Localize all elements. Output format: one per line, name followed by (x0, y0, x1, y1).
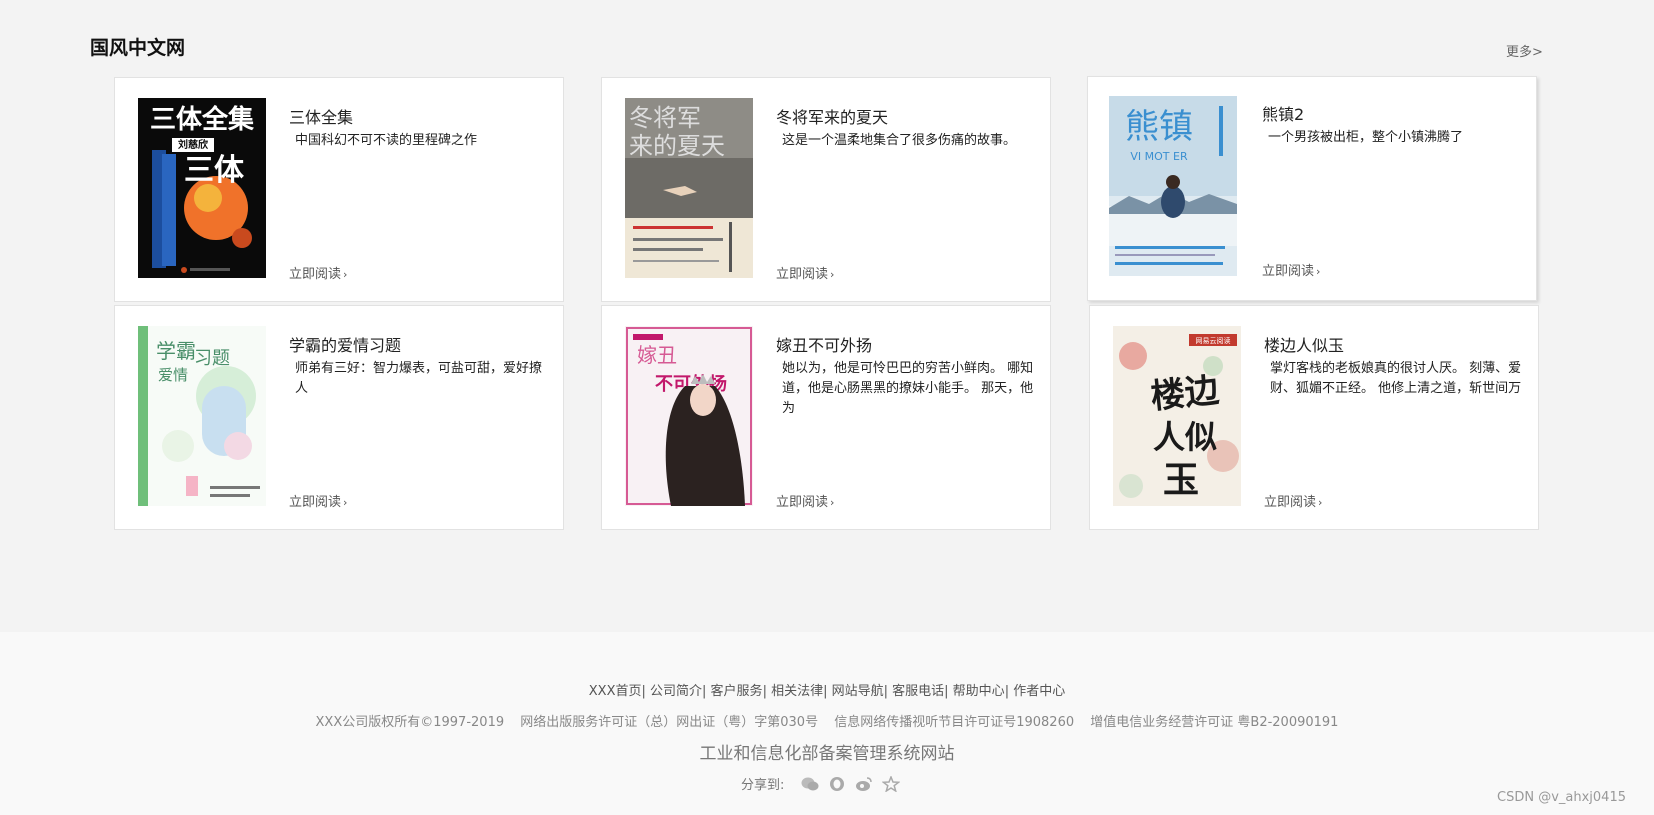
footer-links: XXX首页| 公司简介| 客户服务| 相关法律| 网站导航| 客服电话| 帮助中… (588, 684, 1066, 699)
read-now-link[interactable]: 立即阅读 › (289, 491, 347, 510)
watermark: CSDN @v_ahxj0415 (1497, 790, 1626, 805)
footer-link-author[interactable]: 作者中心 (1013, 684, 1065, 699)
chevron-right-icon: › (1316, 265, 1321, 278)
svg-text:人似: 人似 (1153, 418, 1217, 456)
book-cover[interactable]: 网易云阅读 楼边 人似 玉 (1113, 326, 1241, 506)
telecom-license: 增值电信业务经营许可证 粤B2-20090191 (1090, 715, 1339, 730)
book-cover[interactable]: 冬将军 来的夏天 (625, 98, 753, 278)
chevron-right-icon: › (1318, 496, 1323, 509)
share-label: 分享到: (741, 778, 785, 793)
read-now-link[interactable]: 立即阅读 › (1262, 260, 1320, 279)
footer-link-sitemap[interactable]: 网站导航 (832, 684, 884, 699)
book-cover[interactable]: 嫁丑 不可外扬 (625, 326, 753, 506)
footer-link-help[interactable]: 帮助中心 (953, 684, 1005, 699)
book-cover[interactable]: 三体全集 刘慈欣 三体 (138, 98, 266, 278)
copyright-text: XXX公司版权所有©1997-2019 (315, 715, 505, 730)
book-card[interactable]: 嫁丑 不可外扬 嫁丑不可外扬 她以为，他是可怜巴巴的穷苦小鲜肉。 哪知道，他是心… (601, 305, 1051, 530)
read-now-link[interactable]: 立即阅读 › (1264, 491, 1322, 510)
book-title[interactable]: 熊镇2 (1262, 101, 1304, 125)
svg-text:冬将军: 冬将军 (629, 104, 701, 132)
svg-text:来的夏天: 来的夏天 (629, 132, 725, 160)
svg-text:学霸: 学霸 (156, 339, 196, 363)
book-title[interactable]: 冬将军来的夏天 (776, 104, 888, 128)
svg-text:楼边: 楼边 (1149, 370, 1221, 417)
footer-link-about[interactable]: 公司简介 (650, 684, 702, 699)
read-now-link[interactable]: 立即阅读 › (776, 491, 834, 510)
book-cover[interactable]: 熊镇 VI MOT ER (1109, 96, 1237, 276)
weibo-icon[interactable] (855, 776, 873, 792)
footer-link-phone[interactable]: 客服电话 (892, 684, 944, 699)
svg-text:熊镇: 熊镇 (1125, 107, 1193, 147)
svg-text:爱情: 爱情 (158, 366, 188, 384)
book-card[interactable]: 三体全集 刘慈欣 三体 三体全集 中国科幻不可不读的里程碑之作 立即阅读 › (114, 77, 564, 302)
book-cover[interactable]: 学霸 爱情 习题 (138, 326, 266, 506)
read-now-link[interactable]: 立即阅读 › (776, 263, 834, 282)
chevron-right-icon: › (830, 268, 835, 281)
svg-text:三体: 三体 (184, 153, 245, 188)
svg-text:刘慈欣: 刘慈欣 (178, 138, 209, 151)
chevron-right-icon: › (830, 496, 835, 509)
av-license: 信息网络传播视听节目许可证号1908260 (834, 715, 1075, 730)
svg-text:玉: 玉 (1163, 460, 1199, 501)
wechat-icon[interactable] (801, 776, 819, 792)
book-card[interactable]: 冬将军 来的夏天 冬将军来的夏天 这是一个温柔地集合了很多伤痛的故事。 立即阅读… (601, 77, 1051, 302)
svg-text:三体全集: 三体全集 (150, 104, 255, 135)
book-description: 她以为，他是可怜巴巴的穷苦小鲜肉。 哪知道，他是心肠黑黑的撩妹小能手。 那天，他… (782, 361, 1034, 416)
book-title[interactable]: 嫁丑不可外扬 (776, 332, 872, 356)
chevron-right-icon: › (343, 496, 348, 509)
qq-icon[interactable] (828, 776, 846, 792)
footer-link-service[interactable]: 客户服务 (711, 684, 763, 699)
book-title[interactable]: 学霸的爱情习题 (289, 332, 401, 356)
footer-link-legal[interactable]: 相关法律 (771, 684, 823, 699)
footer-link-home[interactable]: XXX首页 (589, 684, 642, 699)
svg-text:习题: 习题 (194, 348, 230, 369)
book-description: 一个男孩被出柜，整个小镇沸腾了 (1268, 130, 1464, 145)
more-link[interactable]: 更多> (1506, 41, 1543, 60)
copyright-line: XXX公司版权所有©1997-2019 网络出版服务许可证（总）网出证（粤）字第… (0, 711, 1654, 730)
book-grid: 三体全集 刘慈欣 三体 三体全集 中国科幻不可不读的里程碑之作 立即阅读 › 冬将… (114, 76, 1539, 530)
book-description: 中国科幻不可不读的里程碑之作 (295, 133, 478, 148)
book-title[interactable]: 三体全集 (289, 104, 353, 128)
book-card[interactable]: 熊镇 VI MOT ER 熊镇2 一个男孩被出柜，整个小镇沸腾了 立即阅读 › (1087, 76, 1537, 301)
book-card[interactable]: 学霸 爱情 习题 学霸的爱情习题 师弟有三好：智力爆表，可盐可甜，爱好撩人 立即… (114, 305, 564, 530)
section-title: 国风中文网 (90, 37, 186, 59)
svg-text:VI MOT ER: VI MOT ER (1130, 150, 1188, 163)
book-description: 师弟有三好：智力爆表，可盐可甜，爱好撩人 (295, 361, 543, 396)
book-description: 掌灯客栈的老板娘真的很讨人厌。 刻薄、爱财、狐媚不正经。 他修上清之道，斩世间万 (1270, 361, 1522, 396)
svg-text:嫁丑: 嫁丑 (637, 343, 677, 367)
svg-text:网易云阅读: 网易云阅读 (1196, 336, 1231, 345)
share-bar: 分享到: (741, 774, 901, 793)
publishing-license: 网络出版服务许可证（总）网出证（粤）字第030号 (520, 715, 819, 730)
star-icon[interactable] (881, 774, 901, 793)
icp-link[interactable]: 工业和信息化部备案管理系统网站 (0, 739, 1654, 764)
book-title[interactable]: 楼边人似玉 (1264, 332, 1344, 356)
book-description: 这是一个温柔地集合了很多伤痛的故事。 (782, 133, 1017, 148)
read-now-link[interactable]: 立即阅读 › (289, 263, 347, 282)
book-card[interactable]: 网易云阅读 楼边 人似 玉 楼边人似玉 掌灯客栈的老板娘真的很讨人厌。 刻薄、爱… (1089, 305, 1539, 530)
chevron-right-icon: › (343, 268, 348, 281)
footer: XXX首页| 公司简介| 客户服务| 相关法律| 网站导航| 客服电话| 帮助中… (0, 632, 1654, 815)
